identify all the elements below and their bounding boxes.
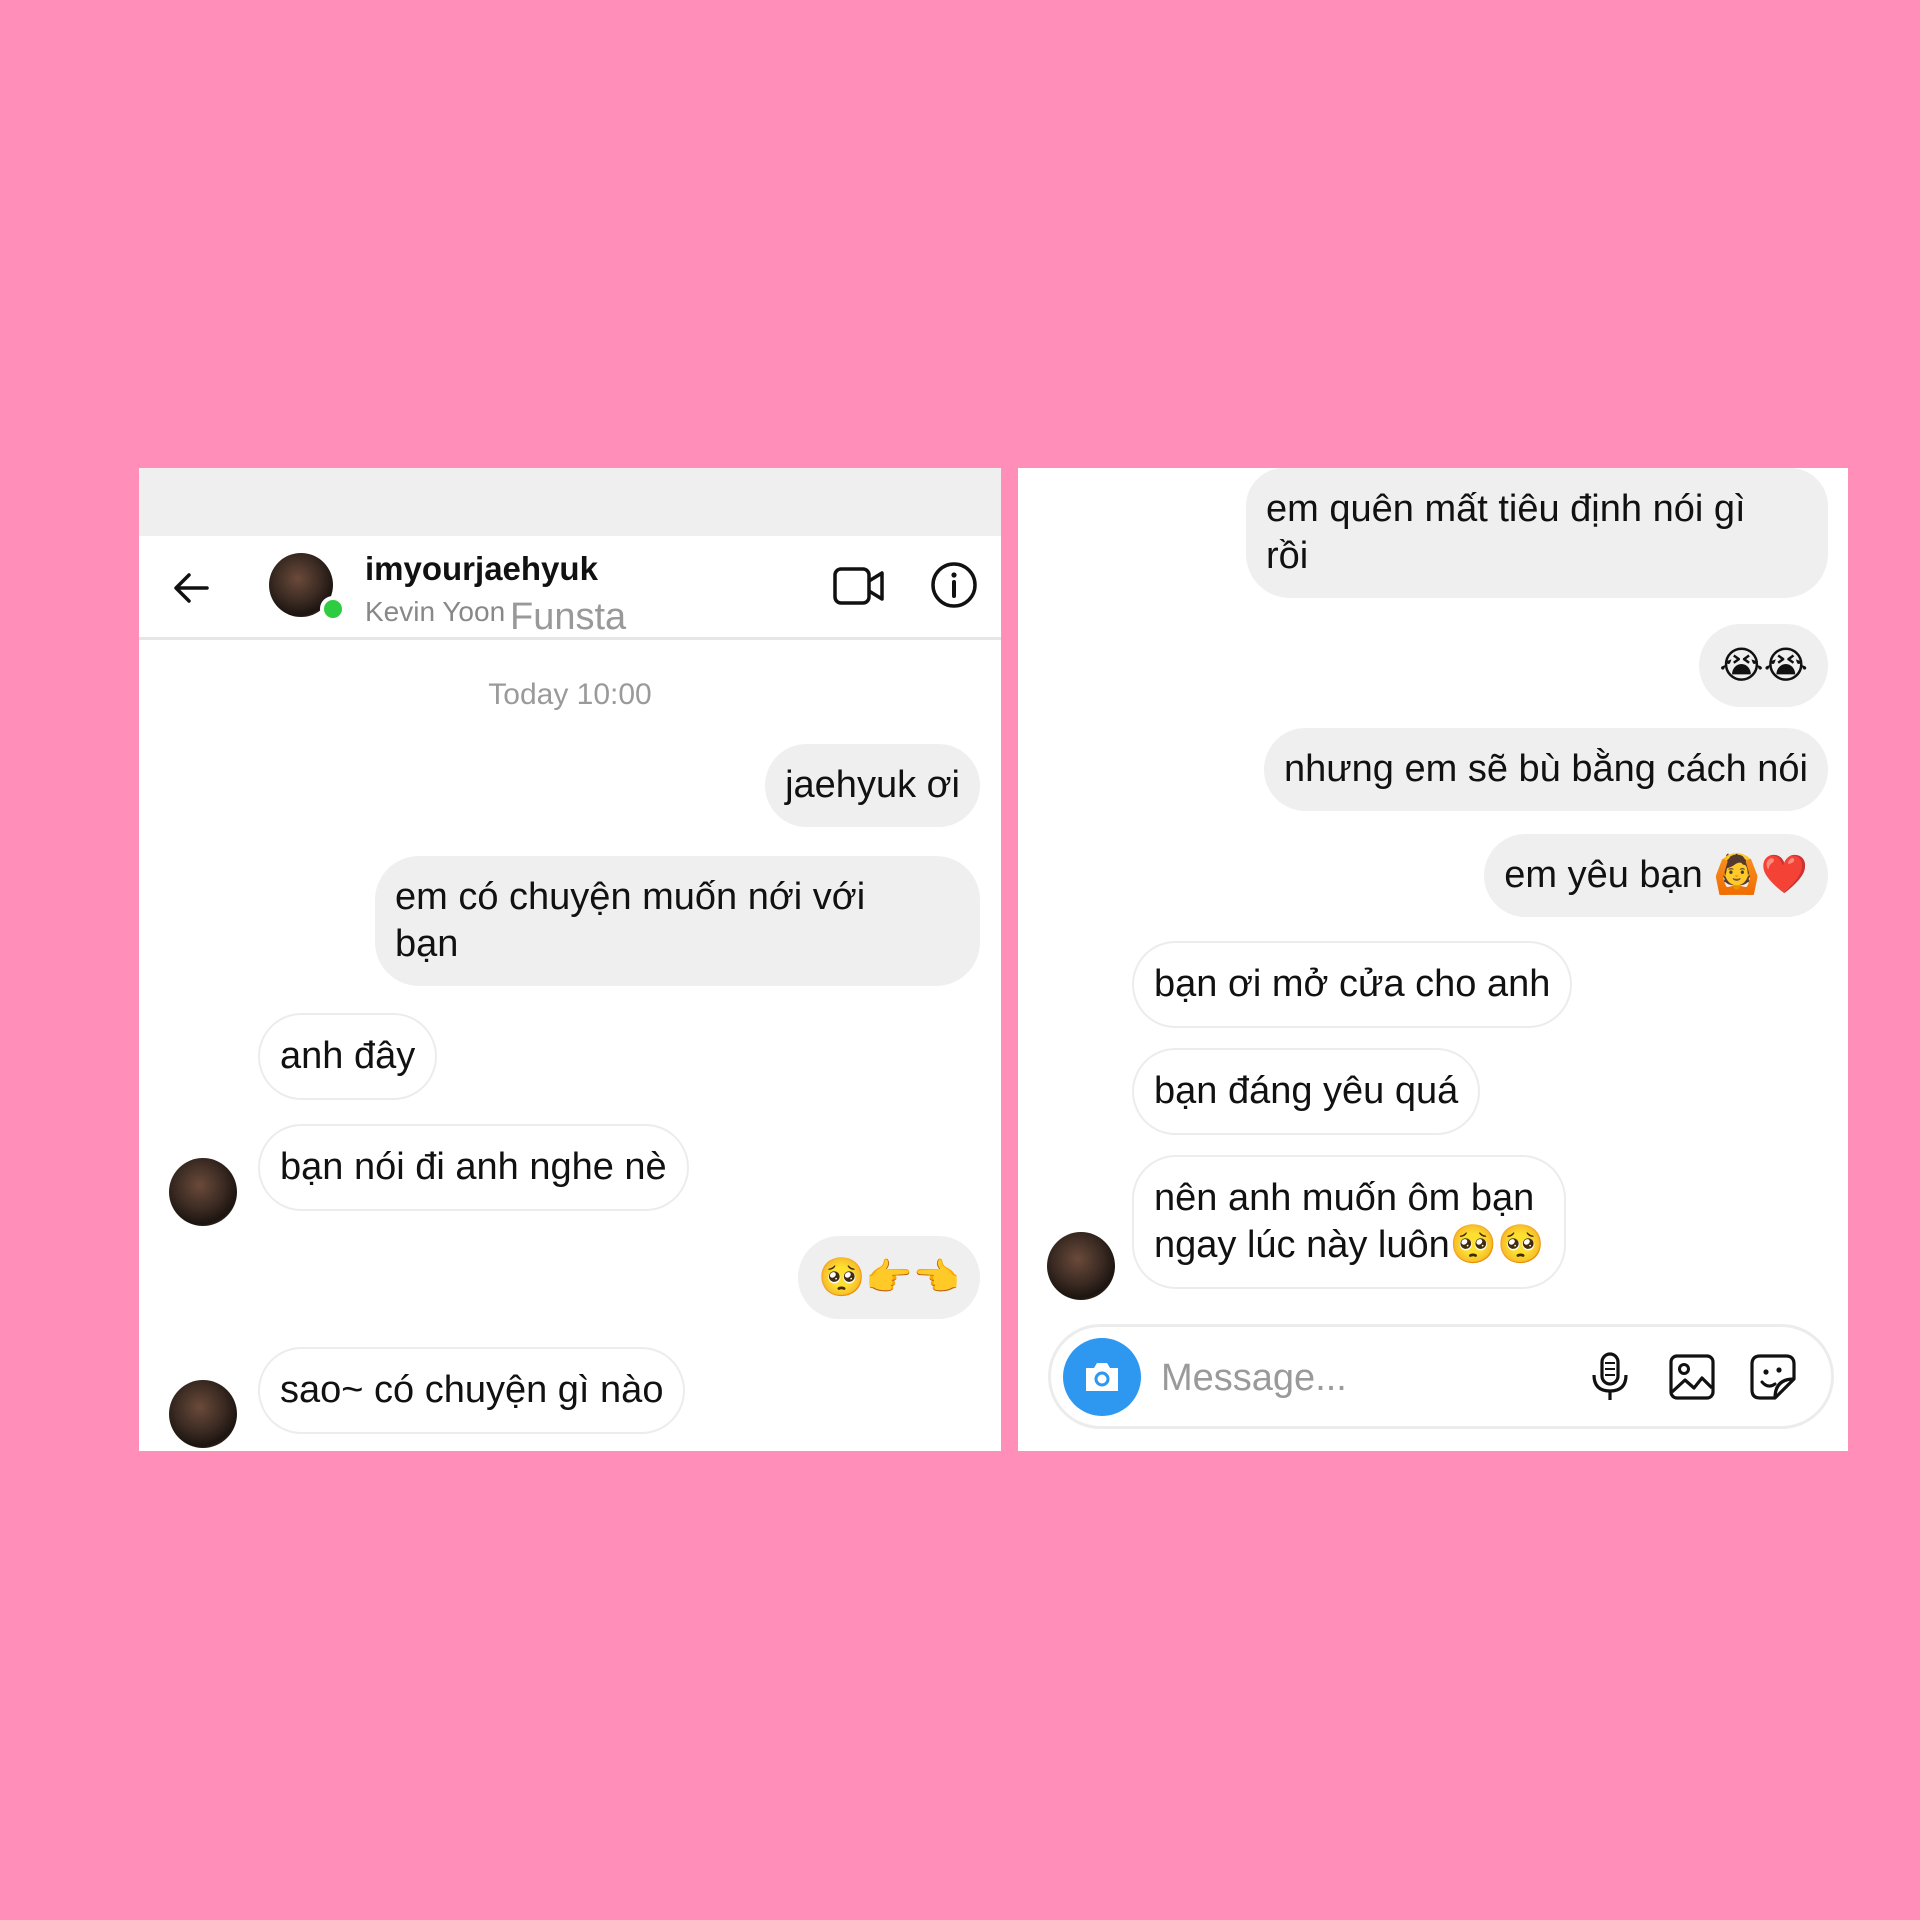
overlay-label: Funsta	[510, 596, 627, 638]
message-bubble-outgoing[interactable]: em có chuyện muốn nới với bạn	[375, 856, 980, 986]
message-text: bạn đáng yêu quá	[1154, 1070, 1459, 1112]
status-bar	[139, 468, 1001, 536]
chat-header: imyourjaehyuk Kevin Yoon Funsta	[139, 536, 1001, 640]
message-bubble-outgoing[interactable]: nhưng em sẽ bù bằng cách nói	[1263, 728, 1828, 811]
back-arrow-icon[interactable]	[169, 566, 213, 610]
sticker-icon[interactable]	[1748, 1352, 1798, 1402]
message-text: sao~ có chuyện gì nào	[280, 1369, 664, 1411]
message-bubble-incoming[interactable]: sao~ có chuyện gì nào	[258, 1347, 686, 1434]
message-text: em có chuyện muốn nới với	[395, 876, 866, 918]
message-composer	[1048, 1324, 1834, 1429]
camera-icon	[1086, 1363, 1118, 1391]
message-text: bạn nói đi anh nghe nè	[280, 1146, 667, 1188]
message-bubble-outgoing[interactable]: 🥺👉👈	[798, 1236, 980, 1319]
right-chat-screenshot: em quên mất tiêu định nói gì rồi 😭😭 nhưn…	[1018, 468, 1848, 1451]
message-text: em yêu bạn 🙆❤️	[1504, 854, 1808, 896]
sender-avatar[interactable]	[1047, 1232, 1115, 1300]
message-text: 😭😭	[1719, 643, 1808, 687]
video-call-icon[interactable]	[832, 562, 886, 610]
sender-avatar[interactable]	[169, 1158, 237, 1226]
gallery-icon[interactable]	[1667, 1352, 1717, 1402]
camera-button[interactable]	[1063, 1338, 1141, 1416]
message-text: ngay lúc này luôn🥺🥺	[1154, 1224, 1545, 1266]
chat-username[interactable]: imyourjaehyuk	[365, 550, 598, 588]
message-input[interactable]	[1161, 1353, 1541, 1403]
message-text: 🥺👉👈	[818, 1255, 960, 1299]
message-bubble-outgoing[interactable]: em quên mất tiêu định nói gì rồi	[1246, 468, 1828, 598]
message-text: bạn ơi mở cửa cho anh	[1154, 963, 1551, 1005]
message-text: rồi	[1266, 535, 1309, 577]
message-bubble-outgoing[interactable]: jaehyuk ơi	[765, 744, 980, 827]
message-text: bạn	[395, 923, 459, 965]
message-text: anh đây	[280, 1035, 416, 1077]
online-status-indicator	[320, 596, 346, 622]
message-bubble-incoming[interactable]: bạn nói đi anh nghe nè	[258, 1124, 689, 1211]
chat-real-name: Kevin Yoon	[365, 596, 506, 627]
message-text: em quên mất tiêu định nói gì	[1266, 488, 1746, 530]
message-bubble-outgoing[interactable]: em yêu bạn 🙆❤️	[1484, 834, 1828, 917]
message-text: nên anh muốn ôm bạn	[1154, 1177, 1535, 1219]
microphone-icon[interactable]	[1585, 1351, 1635, 1403]
left-chat-screenshot: imyourjaehyuk Kevin Yoon Funsta Today 10…	[139, 468, 1001, 1451]
info-icon[interactable]	[929, 560, 979, 610]
message-bubble-outgoing[interactable]: 😭😭	[1699, 624, 1828, 707]
message-bubble-incoming[interactable]: nên anh muốn ôm bạn ngay lúc này luôn🥺🥺	[1132, 1155, 1567, 1289]
message-text: nhưng em sẽ bù bằng cách nói	[1283, 748, 1808, 790]
sender-avatar[interactable]	[169, 1380, 237, 1448]
message-bubble-incoming[interactable]: bạn ơi mở cửa cho anh	[1132, 941, 1573, 1028]
message-text: jaehyuk ơi	[785, 764, 960, 806]
message-bubble-incoming[interactable]: anh đây	[258, 1013, 438, 1100]
message-timestamp: Today 10:00	[488, 678, 652, 711]
message-bubble-incoming[interactable]: bạn đáng yêu quá	[1132, 1048, 1481, 1135]
